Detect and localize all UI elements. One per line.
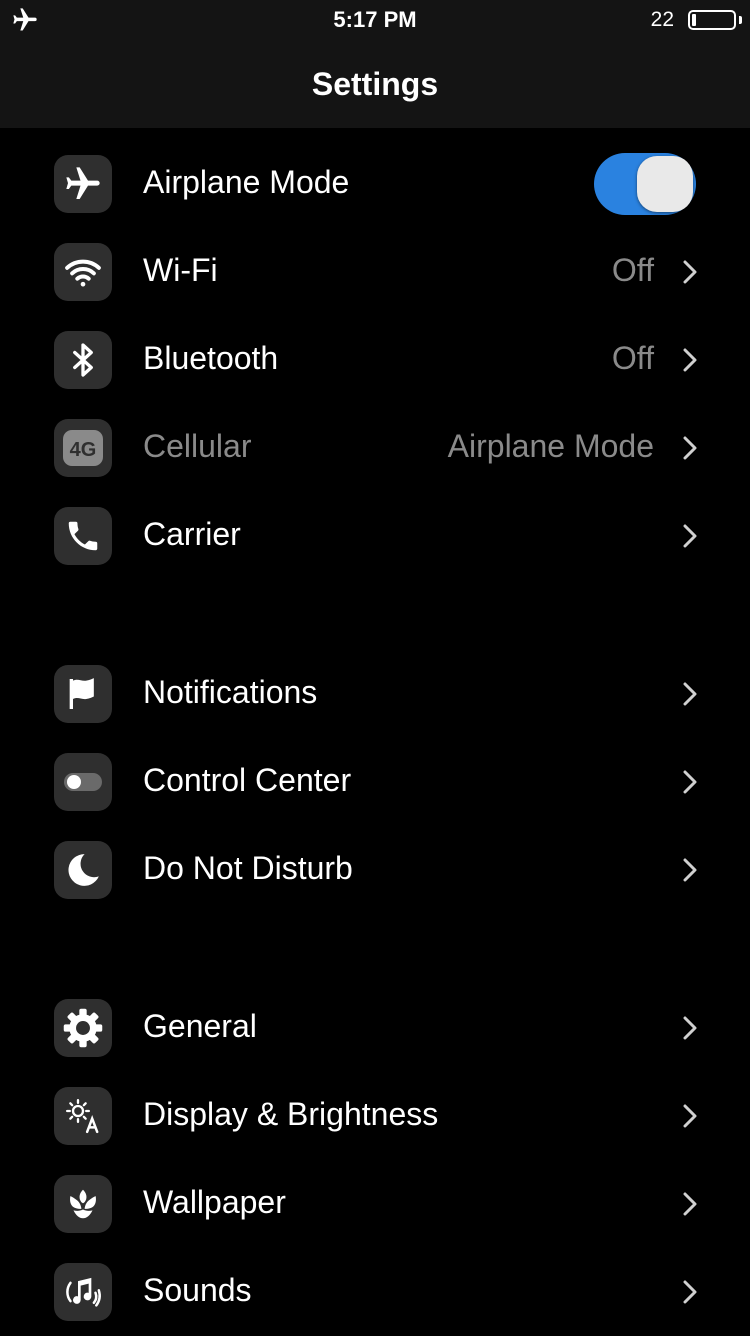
- settings-row-bluetooth[interactable]: Bluetooth Off: [0, 316, 750, 404]
- switch-icon: [54, 753, 112, 811]
- flower-icon: [54, 1175, 112, 1233]
- row-value: Off: [611, 340, 654, 376]
- battery-icon: [688, 10, 736, 30]
- settings-row-general[interactable]: General: [0, 984, 750, 1072]
- chevron-right-icon: [683, 682, 697, 706]
- airplane-icon: [54, 155, 112, 213]
- status-time: 5:17 PM: [333, 7, 417, 32]
- toggle-knob: [637, 156, 693, 212]
- brightness-icon: [54, 1087, 112, 1145]
- chevron-right-icon: [683, 1104, 697, 1128]
- chevron-right-icon: [683, 858, 697, 882]
- chevron-right-icon: [683, 260, 697, 284]
- row-label: Notifications: [143, 674, 318, 710]
- row-label: Sounds: [143, 1272, 252, 1308]
- chevron-right-icon: [683, 1280, 697, 1304]
- row-label: Wi-Fi: [143, 252, 218, 288]
- settings-row-carrier[interactable]: Carrier: [0, 492, 750, 580]
- settings-row-airplane-mode[interactable]: Airplane Mode: [0, 140, 750, 228]
- row-label: Wallpaper: [143, 1184, 286, 1220]
- battery-percent: 22: [650, 8, 674, 31]
- battery-nub: [739, 16, 742, 24]
- chevron-right-icon: [683, 1192, 697, 1216]
- phone-icon: [54, 507, 112, 565]
- wifi-icon: [54, 243, 112, 301]
- status-bar: 5:17 PM 22: [0, 0, 750, 40]
- svg-text:4G: 4G: [70, 439, 97, 461]
- flag-icon: [54, 665, 112, 723]
- row-label: Airplane Mode: [143, 164, 350, 200]
- row-label: Control Center: [143, 762, 352, 798]
- settings-row-wallpaper[interactable]: Wallpaper: [0, 1160, 750, 1248]
- airplane-mode-toggle[interactable]: [594, 153, 696, 215]
- gear-icon: [54, 999, 112, 1057]
- chevron-right-icon: [683, 770, 697, 794]
- battery-fill: [692, 14, 696, 26]
- row-value: Airplane Mode: [447, 428, 654, 464]
- row-label: Display & Brightness: [143, 1096, 439, 1132]
- cellular-4g-icon: 4G: [54, 419, 112, 477]
- row-value: Off: [611, 252, 654, 288]
- bluetooth-icon: [54, 331, 112, 389]
- page-title: Settings: [311, 66, 439, 102]
- settings-row-wifi[interactable]: Wi-Fi Off: [0, 228, 750, 316]
- chevron-right-icon: [683, 1016, 697, 1040]
- music-note-icon: [54, 1263, 112, 1321]
- row-label: Carrier: [143, 516, 241, 552]
- settings-row-cellular[interactable]: 4G Cellular Airplane Mode: [0, 404, 750, 492]
- settings-row-display-brightness[interactable]: Display & Brightness: [0, 1072, 750, 1160]
- chevron-right-icon: [683, 436, 697, 460]
- row-label: Bluetooth: [143, 340, 279, 376]
- settings-row-control-center[interactable]: Control Center: [0, 738, 750, 826]
- settings-row-notifications[interactable]: Notifications: [0, 650, 750, 738]
- row-label: General: [143, 1008, 257, 1044]
- chevron-right-icon: [683, 348, 697, 372]
- row-label: Do Not Disturb: [143, 850, 353, 886]
- chevron-right-icon: [683, 524, 697, 548]
- settings-row-do-not-disturb[interactable]: Do Not Disturb: [0, 826, 750, 914]
- moon-icon: [54, 841, 112, 899]
- navigation-bar: Settings: [0, 40, 750, 128]
- settings-row-sounds[interactable]: Sounds: [0, 1248, 750, 1336]
- row-label: Cellular: [143, 428, 252, 464]
